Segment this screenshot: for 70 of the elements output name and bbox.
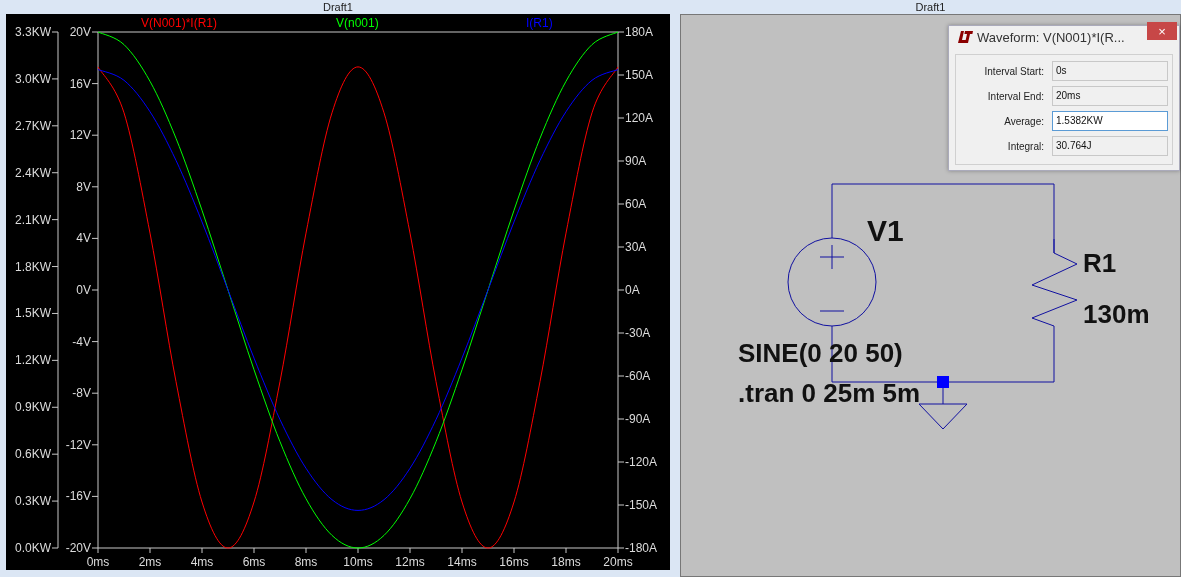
series-label[interactable]: V(n001)	[336, 16, 379, 30]
field-label: Interval End:	[986, 90, 1044, 102]
tick-label: 60A	[625, 197, 647, 211]
tick-label: 3.3KW	[15, 25, 51, 39]
tick-label: 0A	[625, 283, 640, 297]
tick-label: 14ms	[447, 555, 477, 569]
tick-label: 30A	[625, 240, 647, 254]
tick-label: 90A	[625, 154, 647, 168]
tick-label: 0.3KW	[15, 494, 51, 509]
selection-handle[interactable]	[937, 376, 949, 388]
tick-label: 0.9KW	[15, 400, 51, 415]
close-button[interactable]: ×	[1147, 22, 1177, 40]
tick-label: 1.2KW	[15, 353, 51, 368]
tick-label: 2.1KW	[15, 212, 51, 227]
tick-label: 6ms	[242, 555, 266, 569]
tick-label: -30A	[625, 326, 651, 340]
readout-field[interactable]: 0s	[1052, 61, 1168, 81]
tick-label: 180A	[625, 25, 654, 39]
component-value[interactable]: SINE(0 20 50)	[738, 338, 903, 368]
tick-label: 12V	[69, 128, 91, 143]
tick-label: 0ms	[86, 555, 110, 569]
tick-label: 0.0KW	[15, 541, 51, 555]
field-label: Average:	[1003, 115, 1044, 127]
window-title: Draft1	[323, 0, 353, 14]
window-title: Draft1	[915, 0, 946, 14]
tick-label: 16ms	[499, 555, 529, 569]
tick-label: 4ms	[190, 555, 214, 569]
resistor-symbol[interactable]	[1031, 238, 1078, 327]
readout-field[interactable]: 30.764J	[1052, 136, 1168, 156]
simulation-directive[interactable]: .tran 0 25m 5m	[738, 378, 921, 408]
field-label: Interval Start:	[983, 65, 1044, 77]
tick-label: -180A	[625, 541, 658, 555]
component-value[interactable]: 130m	[1083, 299, 1150, 329]
readout-field[interactable]: 1.5382KW	[1052, 111, 1168, 131]
tick-label: -150A	[625, 498, 658, 512]
tick-label: -120A	[625, 455, 658, 469]
tick-label: 8ms	[294, 555, 318, 569]
tick-label: 2.4KW	[15, 165, 51, 180]
tick-label: 0V	[76, 283, 91, 297]
dialog-title: Waveform: V(N001)*I(R...	[977, 29, 1126, 45]
tick-label: 18ms	[551, 555, 581, 569]
tick-label: 20ms	[603, 555, 633, 569]
tick-label: 16V	[69, 76, 91, 91]
tick-label: 4V	[76, 231, 91, 246]
tick-label: 8V	[76, 179, 91, 194]
component-name[interactable]: R1	[1083, 248, 1117, 278]
tick-label: 1.5KW	[15, 306, 51, 321]
tick-label: -60A	[625, 369, 651, 383]
component-name[interactable]: V1	[867, 214, 904, 247]
tick-label: 120A	[625, 111, 654, 125]
tick-label: 0.6KW	[15, 447, 51, 462]
logo-icon	[957, 31, 973, 43]
tick-label: 1.8KW	[15, 259, 51, 274]
tick-label: -4V	[72, 334, 91, 349]
tick-label: -20V	[65, 541, 91, 555]
tick-label: -16V	[65, 489, 91, 504]
tick-label: -12V	[65, 437, 91, 452]
tick-label: 20V	[69, 25, 91, 39]
field-label: Integral:	[1006, 140, 1044, 152]
tick-label: 10ms	[343, 555, 373, 569]
series-label[interactable]: V(N001)*I(R1)	[141, 16, 218, 30]
readout-field[interactable]: 20ms	[1052, 86, 1168, 106]
ground-symbol[interactable]	[918, 403, 968, 430]
tick-label: 3.0KW	[15, 71, 51, 86]
tick-label: -8V	[72, 386, 91, 401]
tick-label: 2.7KW	[15, 118, 51, 133]
tick-label: 2ms	[138, 555, 162, 569]
tick-label: 150A	[625, 68, 654, 82]
tick-label: 12ms	[395, 555, 425, 569]
tick-label: -90A	[625, 412, 651, 426]
